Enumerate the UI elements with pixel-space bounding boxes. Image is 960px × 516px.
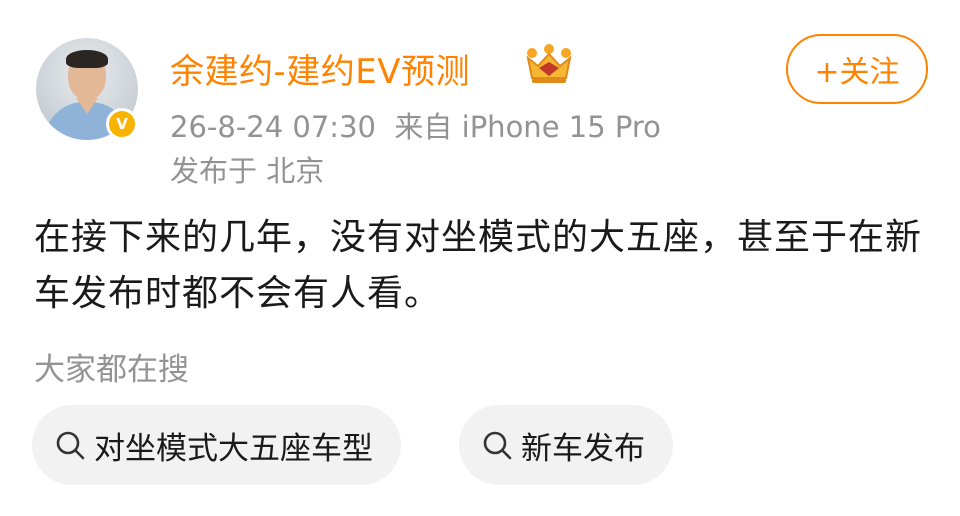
weibo-post-card: V 余建约-建约EV预测 26-8-24 07:30 来自 iPhone 15 … xyxy=(0,0,960,516)
post-body: 在接下来的几年，没有对坐模式的大五座，甚至于在新车发布时都不会有人看。 xyxy=(34,217,923,314)
crown-icon xyxy=(526,44,572,83)
search-chip[interactable]: 对坐模式大五座车型 xyxy=(32,405,401,485)
post-source: 来自 iPhone 15 Pro xyxy=(394,110,661,144)
verified-badge-icon: V xyxy=(106,108,138,140)
search-chip-label: 对坐模式大五座车型 xyxy=(94,430,373,467)
search-icon xyxy=(483,431,512,460)
avatar-hair xyxy=(66,50,108,68)
trending-search-label: 大家都在搜 xyxy=(34,352,189,388)
author-name[interactable]: 余建约-建约EV预测 xyxy=(170,44,470,93)
search-icon xyxy=(56,431,85,460)
post-meta: 26-8-24 07:30 来自 iPhone 15 Pro xyxy=(170,104,661,146)
post-timestamp: 26-8-24 07:30 xyxy=(170,110,376,144)
post-location: 发布于 北京 xyxy=(170,154,325,188)
search-chip[interactable]: 新车发布 xyxy=(459,405,673,485)
search-chip-label: 新车发布 xyxy=(521,430,645,467)
follow-button[interactable]: +关注 xyxy=(786,34,928,104)
